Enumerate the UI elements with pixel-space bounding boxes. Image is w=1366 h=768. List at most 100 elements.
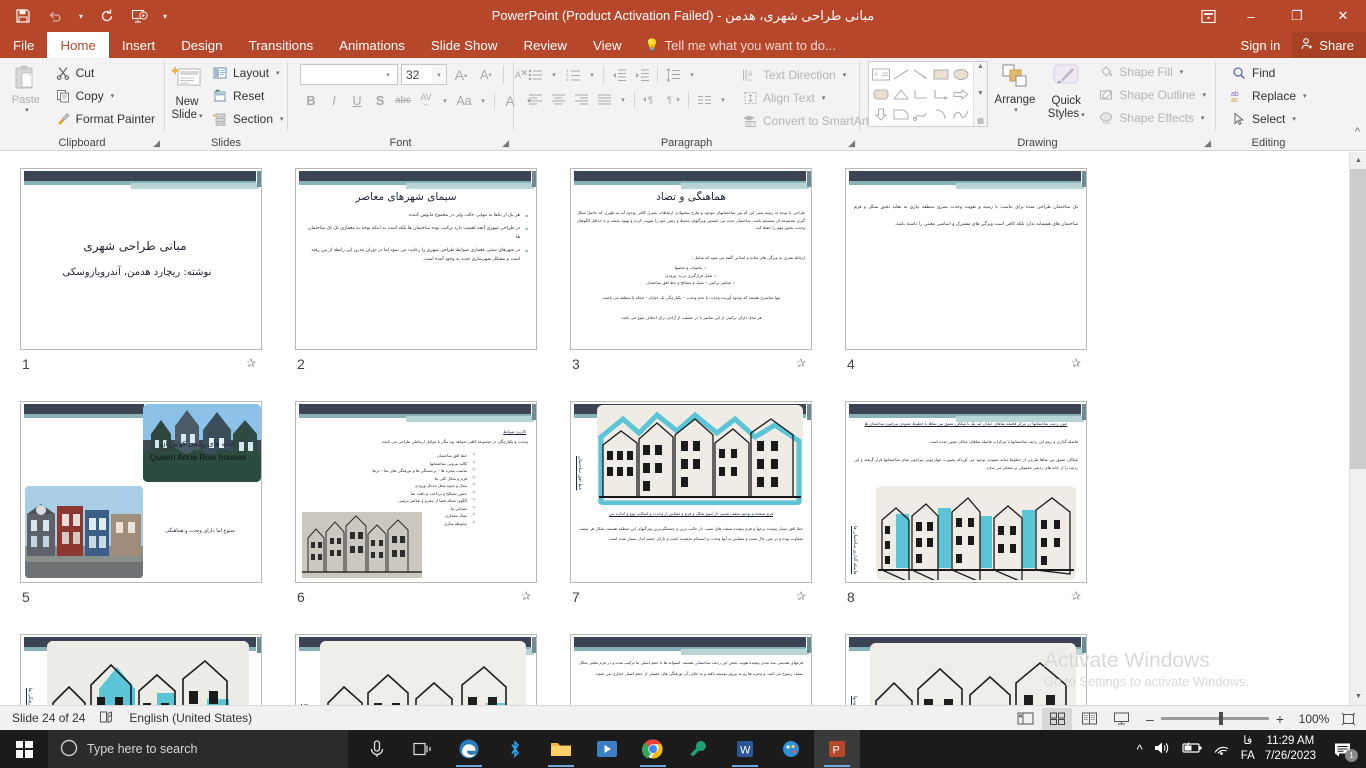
- slide-cell[interactable]: سیمای شهرهای معاصر هر یک از بناها به تنه…: [289, 160, 564, 393]
- section-dropdown-icon[interactable]: ▾: [280, 115, 284, 123]
- numbering-button[interactable]: 123: [562, 64, 584, 85]
- shape-oval-icon[interactable]: [951, 64, 971, 84]
- volume-icon[interactable]: [1153, 740, 1171, 759]
- section-button[interactable]: Section ▾: [208, 108, 288, 130]
- scroll-down-icon[interactable]: ▼: [1350, 688, 1366, 705]
- drawing-dialog-launcher[interactable]: ◢: [1204, 138, 1211, 149]
- tab-home[interactable]: Home: [47, 32, 108, 58]
- tab-design[interactable]: Design: [168, 32, 235, 58]
- tab-transitions[interactable]: Transitions: [236, 32, 327, 58]
- slide-thumbnail-10[interactable]: بازشوها: [295, 634, 537, 705]
- slide-thumbnail-5[interactable]: خانه های ردیفی کوئین ان Queen Anne Row h…: [20, 401, 262, 583]
- line-spacing-button[interactable]: [662, 64, 684, 85]
- powerpoint-icon[interactable]: P: [814, 730, 860, 768]
- find-button[interactable]: Find: [1227, 62, 1311, 84]
- paste-dropdown-icon[interactable]: ▾: [25, 106, 29, 114]
- text-shadow-button[interactable]: S: [369, 90, 391, 111]
- clock[interactable]: 11:29 AM 7/26/2023: [1265, 734, 1316, 764]
- slide-thumbnail-9[interactable]: برجستگی ها و تو رفتگی ها: [20, 634, 262, 705]
- decrease-font-size-button[interactable]: A▾: [475, 64, 497, 85]
- slide-thumbnail-8[interactable]: چون ردیف ساختمانها در مرکز فاصله تماهای …: [845, 401, 1087, 583]
- slide-thumbnail-1[interactable]: مبانی طراحی شهری نوشته: ریچارد هدمن، آند…: [20, 168, 262, 350]
- layout-dropdown-icon[interactable]: ▾: [276, 69, 280, 77]
- copy-dropdown-icon[interactable]: ▾: [111, 92, 115, 100]
- font-size-dropdown-icon[interactable]: ▾: [432, 65, 446, 84]
- collapse-ribbon-button[interactable]: ^: [1355, 126, 1360, 138]
- shape-effects-button[interactable]: Shape Effects ▾: [1094, 107, 1210, 129]
- shapes-scrollbar[interactable]: ▲ ▼ ▤: [973, 62, 987, 126]
- slide-sorter-view-button[interactable]: [1042, 708, 1072, 730]
- undo-icon[interactable]: [40, 3, 70, 29]
- bullets-button[interactable]: [524, 64, 546, 85]
- file-explorer-icon[interactable]: [538, 730, 584, 768]
- shape-elbow-connector-icon[interactable]: [911, 84, 931, 104]
- tab-insert[interactable]: Insert: [109, 32, 168, 58]
- shape-curve-icon[interactable]: [951, 104, 971, 124]
- arrange-button[interactable]: Arrange ▾: [988, 61, 1042, 114]
- columns-button[interactable]: [693, 89, 715, 110]
- slide-cell[interactable]: بازشوها 10: [289, 626, 564, 705]
- slide-thumbnail-3[interactable]: هماهنگی و تضاد طراحی با توجه به زمینه یع…: [570, 168, 812, 350]
- slide-cell[interactable]: ورودیها 12: [839, 626, 1114, 705]
- normal-view-button[interactable]: [1010, 708, 1040, 730]
- arrange-dropdown-icon[interactable]: ▾: [1014, 106, 1018, 114]
- language-indicator[interactable]: English (United States): [129, 711, 252, 725]
- redo-icon[interactable]: [92, 3, 122, 29]
- slide-cell[interactable]: مبانی طراحی شهری نوشته: ریچارد هدمن، آند…: [14, 160, 289, 393]
- slide-thumbnail-4[interactable]: یک ساختمان طراحی شده برای تناسب با زمینه…: [845, 168, 1087, 350]
- minimize-button[interactable]: –: [1228, 0, 1274, 32]
- reading-view-button[interactable]: [1074, 708, 1104, 730]
- slide-thumbnail-12[interactable]: ورودیها: [845, 634, 1087, 705]
- increase-indent-button[interactable]: [631, 64, 653, 85]
- align-right-button[interactable]: [570, 89, 592, 110]
- copy-button[interactable]: Copy ▾: [51, 85, 159, 107]
- decrease-indent-button[interactable]: [608, 64, 630, 85]
- new-slide-button[interactable]: New Slide▾: [170, 62, 204, 123]
- tab-slide-show[interactable]: Slide Show: [418, 32, 511, 58]
- text-direction-dropdown-icon[interactable]: ▾: [843, 71, 847, 79]
- slide-thumbnail-7[interactable]: خط افق ساختمان فرم صفحه و بوجود سقف نسبی…: [570, 401, 812, 583]
- tab-view[interactable]: View: [580, 32, 635, 58]
- animation-star-icon[interactable]: ✰: [1071, 356, 1081, 370]
- utility-icon[interactable]: [676, 730, 722, 768]
- share-button[interactable]: Share: [1292, 32, 1366, 58]
- shapes-gallery[interactable]: A ▲ ▼: [868, 61, 988, 127]
- justify-dropdown-icon[interactable]: ▾: [616, 90, 630, 109]
- media-player-icon[interactable]: [584, 730, 630, 768]
- font-name-input[interactable]: ▾: [300, 64, 398, 85]
- zoom-out-button[interactable]: –: [1146, 711, 1154, 727]
- change-case-button[interactable]: Aa: [453, 90, 475, 111]
- new-slide-dropdown-icon[interactable]: ▾: [199, 113, 203, 120]
- show-hidden-icons[interactable]: ^: [1137, 742, 1143, 757]
- tell-me-search[interactable]: 💡 Tell me what you want to do...: [635, 32, 846, 58]
- strikethrough-button[interactable]: abc: [392, 90, 414, 111]
- slide-indicator[interactable]: Slide 24 of 24: [12, 711, 85, 725]
- character-spacing-button[interactable]: AV↔: [415, 90, 437, 111]
- format-painter-button[interactable]: Format Painter: [51, 108, 159, 130]
- bold-button[interactable]: B: [300, 90, 322, 111]
- zoom-in-button[interactable]: +: [1276, 711, 1284, 727]
- shapes-scroll-down-icon[interactable]: ▼: [977, 90, 984, 97]
- slide-cell[interactable]: یک ساختمان طراحی شده برای تناسب با زمینه…: [839, 160, 1114, 393]
- shape-right-arrow-icon[interactable]: [951, 84, 971, 104]
- animation-star-icon[interactable]: ✰: [796, 356, 806, 370]
- replace-dropdown-icon[interactable]: ▾: [1303, 92, 1307, 100]
- slide-cell[interactable]: کاربرد ضوابط وحدت و یکپارچگی در مجموعه ک…: [289, 393, 564, 626]
- font-dialog-launcher[interactable]: ◢: [502, 138, 509, 149]
- start-icon[interactable]: [0, 730, 48, 768]
- animation-star-icon[interactable]: ✰: [246, 356, 256, 370]
- shape-arrow-icon[interactable]: [911, 64, 931, 84]
- align-left-button[interactable]: [524, 89, 546, 110]
- underline-button[interactable]: U: [346, 90, 368, 111]
- notes-icon[interactable]: [99, 710, 115, 727]
- line-spacing-dropdown-icon[interactable]: ▾: [685, 65, 699, 84]
- ltr-text-direction-button[interactable]: ¶: [639, 89, 661, 110]
- slide-thumbnail-11[interactable]: فرمهای هندسی سه بعدی پیچیده هویت بخش این…: [570, 634, 812, 705]
- slide-cell[interactable]: خانه های ردیفی کوئین ان Queen Anne Row h…: [14, 393, 289, 626]
- close-button[interactable]: ✕: [1320, 0, 1366, 32]
- select-dropdown-icon[interactable]: ▾: [1292, 115, 1296, 123]
- paste-button[interactable]: Paste ▾: [5, 62, 47, 114]
- justify-button[interactable]: [593, 89, 615, 110]
- shape-triangle-icon[interactable]: [891, 84, 911, 104]
- shape-line-icon[interactable]: [891, 64, 911, 84]
